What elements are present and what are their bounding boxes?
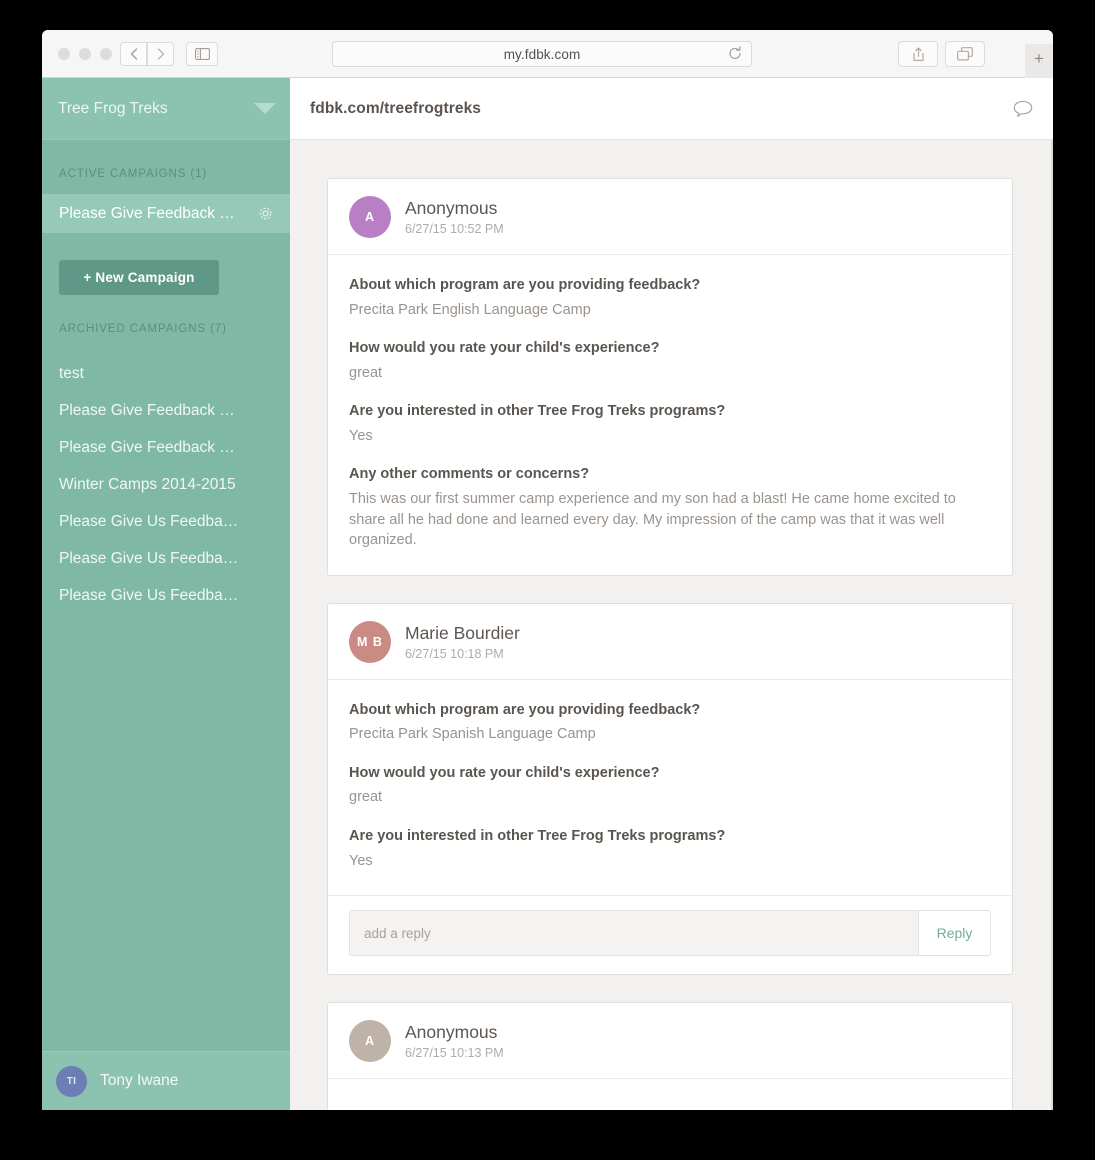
active-campaigns-list: Please Give Feedback … — [42, 194, 290, 233]
maximize-window-button[interactable] — [100, 48, 112, 60]
chevron-right-icon — [157, 48, 164, 60]
scrollbar[interactable] — [1051, 140, 1053, 1110]
speech-bubble-icon[interactable] — [1013, 100, 1033, 118]
show-all-tabs-button[interactable] — [945, 41, 985, 67]
qa-pair: About which program are you providing fe… — [349, 276, 991, 320]
feedback-card-header: A Anonymous 6/27/15 10:13 PM — [328, 1003, 1012, 1080]
qa-pair: Are you interested in other Tree Frog Tr… — [349, 402, 991, 446]
author-name: Anonymous — [405, 198, 498, 218]
archived-campaigns-list: test Please Give Feedback … Please Give … — [42, 355, 290, 614]
address-bar[interactable]: my.fdbk.com — [332, 41, 752, 67]
author-name: Marie Bourdier — [405, 622, 520, 643]
feedback-card-header: M B Marie Bourdier 6/27/15 10:18 PM — [328, 604, 1012, 680]
new-tab-button[interactable]: + — [1025, 44, 1053, 78]
question: How would you rate your child's experien… — [349, 764, 660, 781]
browser-window: my.fdbk.com + Tree Frog Treks ACTIVE CAM… — [42, 30, 1053, 1110]
question: Any other comments or concerns? — [349, 466, 590, 483]
qa-pair: About which program are you providing fe… — [349, 701, 991, 745]
share-icon — [912, 47, 924, 61]
answer: Yes — [349, 852, 373, 869]
timestamp: 6/27/15 10:18 PM — [405, 646, 504, 661]
sidebar-item-archived-campaign[interactable]: Please Give Us Feedba… — [42, 540, 290, 577]
qa-pair: Any other comments or concerns? This was… — [349, 465, 991, 550]
page-content: Tree Frog Treks ACTIVE CAMPAIGNS (1) Ple… — [42, 78, 1053, 1110]
minimize-window-button[interactable] — [79, 48, 91, 60]
browser-titlebar: my.fdbk.com + — [42, 30, 1053, 78]
main-header: fdbk.com/treefrogtreks — [290, 78, 1053, 140]
url-text: my.fdbk.com — [503, 46, 581, 62]
answer: great — [349, 364, 383, 381]
toggle-sidebar-button[interactable] — [186, 42, 218, 66]
reply-input[interactable]: add a reply — [349, 910, 918, 957]
question: About which program are you providing fe… — [349, 701, 701, 718]
main-pane: fdbk.com/treefrogtreks A Anonymous 6/27/… — [290, 78, 1053, 1110]
question: Are you interested in other Tree Frog Tr… — [349, 403, 726, 420]
answer: This was our first summer camp experienc… — [349, 490, 956, 549]
question: About which program are you providing fe… — [349, 277, 701, 293]
gear-icon[interactable] — [257, 205, 274, 222]
feedback-card-body — [328, 1079, 1012, 1110]
avatar: A — [349, 196, 391, 238]
sidebar-item-archived-campaign[interactable]: Please Give Us Feedba… — [42, 577, 290, 614]
sidebar-item-archived-campaign[interactable]: Please Give Feedback … — [42, 392, 290, 429]
user-account-footer[interactable]: TI Tony Iwane — [42, 1051, 290, 1110]
sidebar-item-active-campaign[interactable]: Please Give Feedback … — [42, 194, 290, 233]
page-title: fdbk.com/treefrogtreks — [310, 99, 482, 117]
answer: Precita Park Spanish Language Camp — [349, 726, 596, 743]
sidebar-item-archived-campaign[interactable]: Please Give Us Feedba… — [42, 503, 290, 540]
feedback-card-body: About which program are you providing fe… — [328, 680, 1012, 895]
sidebar: Tree Frog Treks ACTIVE CAMPAIGNS (1) Ple… — [42, 78, 290, 1110]
sidebar-item-archived-campaign[interactable]: Winter Camps 2014-2015 — [42, 466, 290, 503]
sidebar-item-archived-campaign[interactable]: Please Give Feedback … — [42, 429, 290, 466]
feedback-card-header: A Anonymous 6/27/15 10:52 PM — [328, 179, 1012, 255]
close-window-button[interactable] — [58, 48, 70, 60]
sidebar-item-archived-campaign[interactable]: test — [42, 355, 290, 392]
answer: Yes — [349, 427, 373, 444]
feedback-card: A Anonymous 6/27/15 10:52 PM About which… — [327, 178, 1013, 576]
active-campaigns-label: ACTIVE CAMPAIGNS (1) — [59, 168, 208, 180]
forward-button[interactable] — [147, 42, 174, 66]
show-tabs-icon — [957, 47, 973, 61]
user-name: Tony Iwane — [100, 1072, 179, 1089]
archived-campaigns-label: ARCHIVED CAMPAIGNS (7) — [59, 323, 227, 335]
campaign-label: Please Give Feedback … — [59, 204, 235, 222]
qa-pair: How would you rate your child's experien… — [349, 764, 991, 808]
qa-pair: How would you rate your child's experien… — [349, 339, 991, 383]
avatar: M B — [349, 620, 391, 663]
sidebar-toggle-icon — [194, 48, 210, 60]
reload-icon[interactable] — [728, 46, 742, 66]
question: How would you rate your child's experien… — [349, 340, 660, 357]
author-name: Anonymous — [405, 1022, 498, 1043]
question: Are you interested in other Tree Frog Tr… — [349, 828, 726, 844]
answer: Precita Park English Language Camp — [349, 301, 591, 318]
chevron-down-icon — [254, 103, 276, 114]
reply-button[interactable]: Reply — [918, 910, 991, 957]
reply-row: add a reply Reply — [328, 895, 1012, 974]
chevron-left-icon — [130, 48, 137, 60]
avatar: TI — [56, 1065, 87, 1097]
timestamp: 6/27/15 10:52 PM — [405, 222, 504, 236]
feedback-feed[interactable]: A Anonymous 6/27/15 10:52 PM About which… — [290, 140, 1053, 1110]
org-switcher[interactable]: Tree Frog Treks — [42, 78, 290, 140]
share-button[interactable] — [898, 41, 938, 67]
answer: great — [349, 789, 383, 806]
new-campaign-button[interactable]: + New Campaign — [59, 260, 219, 295]
avatar: A — [349, 1020, 391, 1063]
feedback-card: M B Marie Bourdier 6/27/15 10:18 PM Abou… — [327, 602, 1013, 976]
qa-pair: Are you interested in other Tree Frog Tr… — [349, 827, 991, 871]
back-button[interactable] — [120, 42, 147, 66]
feedback-card-body: About which program are you providing fe… — [328, 255, 1012, 575]
timestamp: 6/27/15 10:13 PM — [405, 1046, 504, 1061]
org-name: Tree Frog Treks — [58, 99, 168, 117]
feedback-card: A Anonymous 6/27/15 10:13 PM — [327, 1002, 1013, 1110]
